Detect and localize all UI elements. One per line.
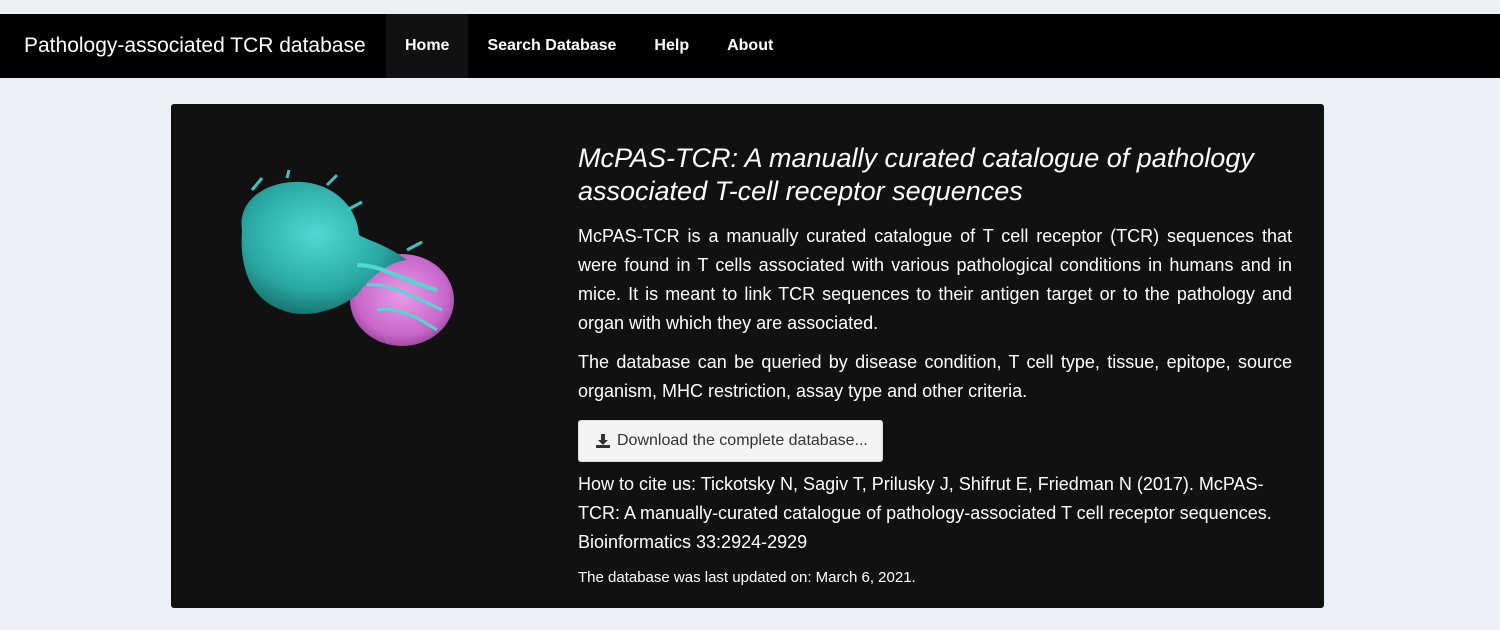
download-icon: [596, 434, 610, 448]
last-updated-text: The database was last updated on: March …: [578, 569, 916, 586]
download-button[interactable]: Download the complete database...: [578, 420, 883, 462]
description-paragraph: McPAS-TCR is a manually curated catalogu…: [578, 226, 1292, 333]
download-label: Download the complete database...: [617, 432, 868, 449]
nav-about[interactable]: About: [708, 14, 792, 78]
nav-help[interactable]: Help: [635, 14, 708, 78]
page-title: McPAS-TCR: A manually curated catalogue …: [578, 143, 1254, 206]
nav-home[interactable]: Home: [386, 14, 469, 78]
navbar: Pathology-associated TCR database Home S…: [0, 14, 1500, 78]
hero-card: McPAS-TCR: A manually curated catalogue …: [171, 104, 1324, 608]
brand-title[interactable]: Pathology-associated TCR database: [0, 14, 386, 78]
query-paragraph: The database can be queried by disease c…: [578, 352, 1292, 401]
hero-content: McPAS-TCR: A manually curated catalogue …: [578, 142, 1292, 589]
citation-text: How to cite us: Tickotsky N, Sagiv T, Pr…: [578, 474, 1272, 552]
nav-search-database[interactable]: Search Database: [468, 14, 635, 78]
top-gap: [0, 0, 1500, 14]
tcell-image: [241, 170, 454, 346]
